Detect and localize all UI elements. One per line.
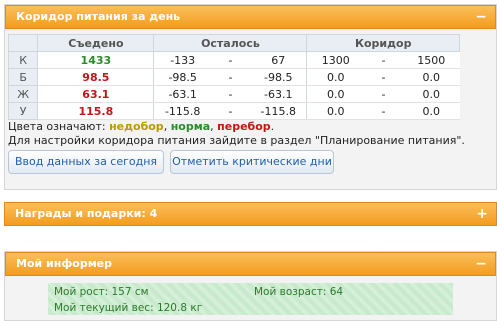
row-label: Ж bbox=[7, 85, 39, 103]
legend-comma: , bbox=[210, 120, 214, 133]
corridor-max: 0.0 bbox=[403, 68, 460, 86]
corridor-min: 0.0 bbox=[306, 102, 364, 120]
table-header-left: Осталось bbox=[153, 34, 308, 52]
corridor-min: 0.0 bbox=[306, 85, 364, 103]
row-label: К bbox=[7, 51, 39, 69]
left-min: -133 bbox=[153, 51, 211, 69]
informer-age: Мой возраст: 64 bbox=[254, 286, 344, 298]
informer-weight: Мой текущий вес: 120.8 кг bbox=[54, 302, 203, 314]
legend-prefix: Цвета означают: bbox=[8, 120, 106, 133]
table-header-eaten: Съедено bbox=[37, 34, 155, 52]
enter-today-button[interactable]: Ввод данных за сегодня bbox=[8, 150, 164, 174]
color-legend: Цвета означают: недобор, норма, перебор. bbox=[8, 120, 274, 133]
left-min: -115.8 bbox=[153, 102, 211, 120]
legend-norm: норма bbox=[170, 120, 211, 133]
corridor-max: 1500 bbox=[403, 51, 460, 69]
eaten-value: 115.8 bbox=[37, 102, 155, 120]
left-dash: - bbox=[210, 51, 250, 69]
left-min: -63.1 bbox=[153, 85, 211, 103]
corridor-table: Съедено Осталось Коридор К 1433 -133 - 6… bbox=[7, 34, 460, 120]
legend-under: недобор bbox=[109, 120, 164, 133]
table-header-corner bbox=[7, 34, 39, 52]
awards-panel-title: Награды и подарки: 4 bbox=[15, 207, 158, 220]
corridor-panel-header[interactable]: Коридор питания за день − bbox=[5, 5, 496, 29]
table-row: У 115.8 -115.8 - -115.8 0.0 - 0.0 bbox=[7, 102, 460, 120]
corridor-panel-title: Коридор питания за день bbox=[16, 10, 181, 23]
corridor-min: 1300 bbox=[306, 51, 364, 69]
corridor-min: 0.0 bbox=[306, 68, 364, 86]
left-dash: - bbox=[210, 85, 250, 103]
left-max: 67 bbox=[249, 51, 308, 69]
table-row: К 1433 -133 - 67 1300 - 1500 bbox=[7, 51, 460, 69]
mark-critical-days-button[interactable]: Отметить критические дни bbox=[170, 150, 334, 174]
corridor-dash: - bbox=[363, 102, 404, 120]
collapse-icon[interactable]: − bbox=[475, 253, 487, 275]
informer-panel-header[interactable]: Мой информер − bbox=[5, 252, 496, 276]
left-dash: - bbox=[210, 102, 250, 120]
legend-comma: , bbox=[163, 120, 168, 133]
left-dash: - bbox=[210, 68, 250, 86]
expand-icon[interactable]: + bbox=[476, 203, 488, 225]
informer-height: Мой рост: 157 см bbox=[54, 286, 149, 298]
corridor-max: 0.0 bbox=[403, 85, 460, 103]
table-row: Ж 63.1 -63.1 - -63.1 0.0 - 0.0 bbox=[7, 85, 460, 103]
eaten-value: 98.5 bbox=[37, 68, 155, 86]
row-label: Б bbox=[7, 68, 39, 86]
left-max: -115.8 bbox=[249, 102, 308, 120]
informer-panel-title: Мой информер bbox=[16, 257, 113, 270]
collapse-icon[interactable]: − bbox=[475, 6, 487, 28]
table-header-row: Съедено Осталось Коридор bbox=[7, 34, 460, 52]
eaten-value: 63.1 bbox=[37, 85, 155, 103]
awards-panel-header[interactable]: Награды и подарки: 4 + bbox=[4, 202, 497, 226]
legend-over: перебор bbox=[217, 120, 271, 133]
corridor-dash: - bbox=[363, 68, 404, 86]
left-min: -98.5 bbox=[153, 68, 211, 86]
corridor-dash: - bbox=[363, 51, 404, 69]
legend-dot: . bbox=[270, 120, 275, 133]
left-max: -63.1 bbox=[249, 85, 308, 103]
table-header-corridor: Коридор bbox=[306, 34, 460, 52]
eaten-value: 1433 bbox=[37, 51, 155, 69]
corridor-note: Для настройки коридора питания зайдите в… bbox=[8, 134, 465, 147]
table-row: Б 98.5 -98.5 - -98.5 0.0 - 0.0 bbox=[7, 68, 460, 86]
corridor-max: 0.0 bbox=[403, 102, 460, 120]
row-label: У bbox=[7, 102, 39, 120]
awards-panel: Награды и подарки: 4 + bbox=[4, 202, 497, 228]
corridor-dash: - bbox=[363, 85, 404, 103]
left-max: -98.5 bbox=[249, 68, 308, 86]
